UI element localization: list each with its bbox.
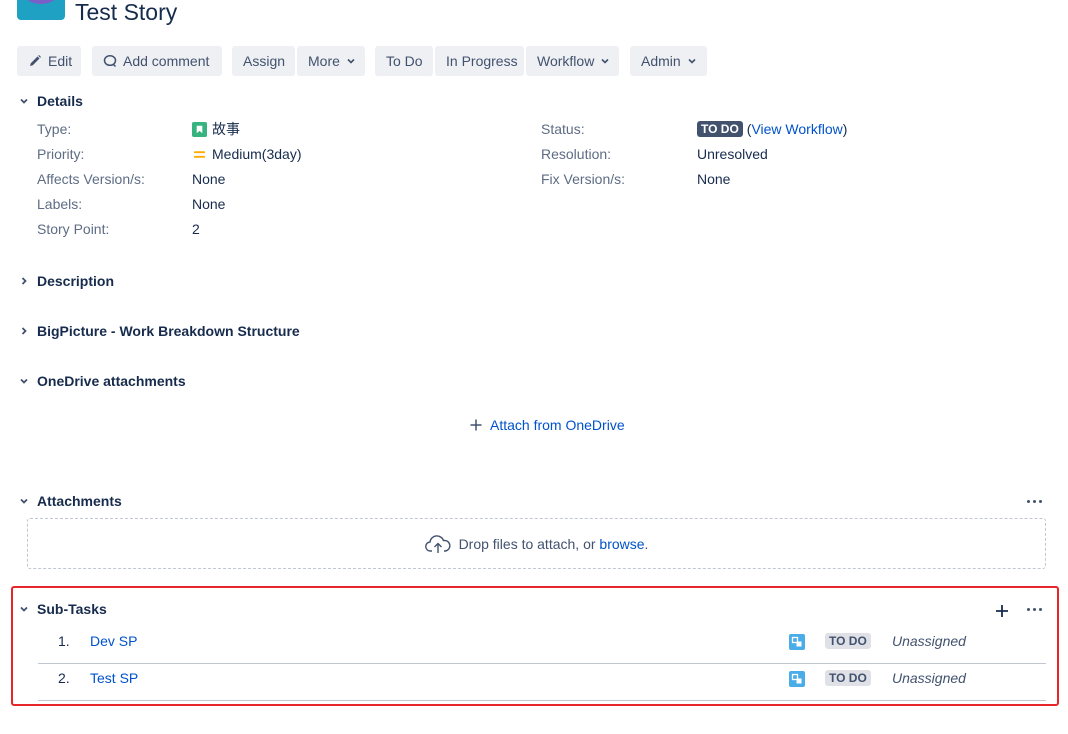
affects-version-value: None [192, 171, 226, 187]
chevron-down-icon [601, 58, 609, 64]
chevron-right-icon [21, 327, 27, 335]
subtask-status-badge: TO DO [825, 670, 871, 686]
edit-button[interactable]: Edit [17, 46, 81, 76]
subtask-link[interactable]: Test SP [90, 670, 138, 686]
subtask-row: 1. Dev SP TO DO Unassigned [58, 633, 966, 650]
chevron-right-icon [21, 277, 27, 285]
chevron-down-icon [347, 58, 355, 64]
description-heading: Description [37, 273, 115, 289]
subtask-divider [38, 700, 1046, 701]
resolution-value: Unresolved [697, 146, 768, 162]
details-toggle[interactable] [17, 94, 31, 108]
subtask-icon [789, 634, 805, 650]
type-value: 故事 [192, 120, 240, 138]
priority-label: Priority: [37, 146, 85, 162]
priority-value: Medium(3day) [192, 145, 301, 163]
description-toggle[interactable] [17, 274, 31, 288]
cloud-upload-icon [424, 534, 451, 553]
todo-transition-button[interactable]: To Do [375, 46, 433, 76]
chevron-down-icon [20, 606, 28, 612]
plus-icon [996, 605, 1008, 617]
subtask-link[interactable]: Dev SP [90, 633, 137, 649]
priority-medium-icon [193, 150, 206, 158]
subtask-status-badge: TO DO [825, 633, 871, 649]
status-label: Status: [541, 121, 585, 137]
story-icon [192, 121, 207, 137]
resolution-label: Resolution: [541, 146, 612, 162]
details-heading: Details [37, 93, 83, 109]
story-point-label: Story Point: [37, 221, 110, 237]
attachments-toggle[interactable] [17, 494, 31, 508]
onedrive-heading: OneDrive attachments [37, 373, 186, 389]
more-button[interactable]: More [297, 46, 365, 76]
subtask-assignee: Unassigned [892, 633, 966, 649]
status-value: TO DO (View Workflow) [697, 120, 847, 138]
assign-button[interactable]: Assign [232, 46, 295, 76]
chevron-down-icon [688, 58, 696, 64]
labels-value: None [192, 196, 226, 212]
fix-version-label: Fix Version/s: [541, 171, 626, 187]
affects-version-label: Affects Version/s: [37, 171, 145, 187]
attach-onedrive-link[interactable]: Attach from OneDrive [469, 417, 625, 433]
subtasks-more-icon[interactable] [1027, 608, 1042, 611]
attachments-heading: Attachments [37, 493, 122, 509]
plus-icon [470, 419, 482, 431]
bigpicture-toggle[interactable] [17, 324, 31, 338]
attachment-dropzone[interactable]: Drop files to attach, or browse. [27, 518, 1046, 569]
subtask-row: 2. Test SP TO DO Unassigned [58, 670, 966, 687]
comment-icon [103, 54, 117, 68]
add-comment-button[interactable]: Add comment [92, 46, 222, 76]
bigpicture-heading: BigPicture - Work Breakdown Structure [37, 323, 300, 339]
in-progress-transition-button[interactable]: In Progress [435, 46, 524, 76]
subtask-icon [789, 671, 805, 687]
onedrive-toggle[interactable] [17, 374, 31, 388]
browse-link[interactable]: browse [599, 536, 644, 552]
subtasks-toggle[interactable] [17, 602, 31, 616]
chevron-down-icon [20, 498, 28, 504]
admin-button[interactable]: Admin [630, 46, 707, 76]
status-badge: TO DO [697, 121, 743, 137]
fix-version-value: None [697, 171, 731, 187]
attachments-more-icon[interactable] [1027, 500, 1042, 503]
add-subtask-button[interactable] [994, 603, 1010, 619]
view-workflow-link[interactable]: View Workflow [751, 121, 842, 137]
story-point-value: 2 [192, 221, 200, 237]
project-avatar [17, 0, 65, 20]
issue-title: Test Story [75, 0, 178, 25]
workflow-button[interactable]: Workflow [526, 46, 619, 76]
subtask-assignee: Unassigned [892, 670, 966, 686]
chevron-down-icon [20, 98, 28, 104]
chevron-down-icon [20, 378, 28, 384]
subtasks-heading: Sub-Tasks [37, 601, 107, 617]
type-label: Type: [37, 121, 72, 137]
labels-label: Labels: [37, 196, 83, 212]
pencil-icon [30, 55, 41, 66]
